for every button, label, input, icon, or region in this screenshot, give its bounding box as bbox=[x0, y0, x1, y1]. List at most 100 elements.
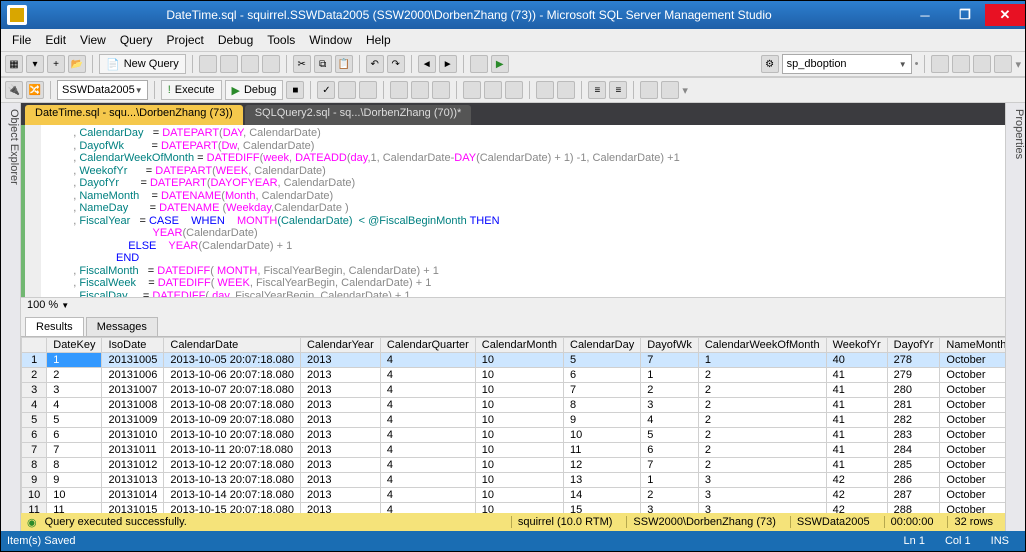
tb2-icon-6[interactable] bbox=[661, 81, 679, 99]
open-file-icon[interactable]: 📂 bbox=[68, 55, 86, 73]
results-grid-icon[interactable] bbox=[484, 81, 502, 99]
tb2-icon-4[interactable] bbox=[432, 81, 450, 99]
table-row[interactable]: 99201310132013-10-13 20:07:18.0802013410… bbox=[22, 473, 1006, 488]
status-ins: INS bbox=[981, 535, 1019, 547]
properties-panel[interactable]: Properties bbox=[1005, 103, 1025, 531]
change-conn-icon[interactable]: 🔀 bbox=[26, 81, 44, 99]
results-text-icon[interactable] bbox=[463, 81, 481, 99]
tb2-icon-2[interactable] bbox=[390, 81, 408, 99]
col-header[interactable]: DayofWk bbox=[641, 338, 699, 353]
menu-file[interactable]: File bbox=[5, 31, 38, 49]
status-time: 00:00:00 bbox=[884, 516, 940, 528]
status-rows: 32 rows bbox=[947, 516, 999, 528]
results-file-icon[interactable] bbox=[505, 81, 523, 99]
col-header[interactable]: WeekofYr bbox=[826, 338, 887, 353]
tb-icon-1[interactable] bbox=[199, 55, 217, 73]
tb2-icon-3[interactable] bbox=[411, 81, 429, 99]
tb-icon-7[interactable] bbox=[952, 55, 970, 73]
comment-icon[interactable] bbox=[536, 81, 554, 99]
col-header[interactable]: IsoDate bbox=[102, 338, 164, 353]
table-row[interactable]: 22201310062013-10-06 20:07:18.0802013410… bbox=[22, 368, 1006, 383]
play-icon[interactable]: ▶ bbox=[491, 55, 509, 73]
tb2-icon-5[interactable] bbox=[640, 81, 658, 99]
tb-icon-9[interactable] bbox=[994, 55, 1012, 73]
tb2-icon-1[interactable] bbox=[359, 81, 377, 99]
col-header[interactable]: DateKey bbox=[47, 338, 102, 353]
new-query-button[interactable]: 📄 New Query bbox=[99, 54, 186, 74]
results-grid-wrap[interactable]: DateKeyIsoDateCalendarDateCalendarYearCa… bbox=[21, 337, 1005, 513]
minimize-button[interactable]: ─ bbox=[905, 4, 945, 26]
database-combo[interactable]: SSWData2005 ▼ bbox=[57, 80, 148, 100]
menu-window[interactable]: Window bbox=[302, 31, 359, 49]
plan-icon[interactable] bbox=[338, 81, 356, 99]
uncomment-icon[interactable] bbox=[557, 81, 575, 99]
menubar: FileEditViewQueryProjectDebugToolsWindow… bbox=[1, 29, 1025, 51]
tb-icon-2[interactable] bbox=[220, 55, 238, 73]
document-tab[interactable]: SQLQuery2.sql - sq...\DorbenZhang (70))* bbox=[245, 105, 472, 125]
tb-icon-5[interactable] bbox=[470, 55, 488, 73]
execute-button[interactable]: ! Execute bbox=[161, 80, 222, 100]
col-header[interactable]: CalendarQuarter bbox=[380, 338, 475, 353]
undo-icon[interactable]: ↶ bbox=[366, 55, 384, 73]
parse-icon[interactable]: ✓ bbox=[317, 81, 335, 99]
open-icon[interactable]: ▾ bbox=[26, 55, 44, 73]
tb-icon-4[interactable] bbox=[262, 55, 280, 73]
table-row[interactable]: 88201310122013-10-12 20:07:18.0802013410… bbox=[22, 458, 1006, 473]
table-row[interactable]: 1111201310152013-10-15 20:07:18.08020134… bbox=[22, 503, 1006, 514]
indent-icon[interactable]: ≡ bbox=[588, 81, 606, 99]
stored-proc-value: sp_dboption bbox=[787, 58, 847, 70]
outdent-icon[interactable]: ≡ bbox=[609, 81, 627, 99]
result-tab-results[interactable]: Results bbox=[25, 317, 84, 336]
proc-icon[interactable]: ⚙ bbox=[761, 55, 779, 73]
menu-tools[interactable]: Tools bbox=[260, 31, 302, 49]
menu-debug[interactable]: Debug bbox=[211, 31, 260, 49]
cut-icon[interactable]: ✂ bbox=[293, 55, 311, 73]
new-query-label: New Query bbox=[124, 58, 179, 70]
close-button[interactable]: ✕ bbox=[985, 4, 1025, 26]
copy-icon[interactable]: ⧉ bbox=[314, 55, 332, 73]
debug-icon: ▶ bbox=[232, 84, 240, 97]
status-col: Col 1 bbox=[935, 535, 981, 547]
paste-icon[interactable]: 📋 bbox=[335, 55, 353, 73]
table-row[interactable]: 44201310082013-10-08 20:07:18.0802013410… bbox=[22, 398, 1006, 413]
table-row[interactable]: 77201310112013-10-11 20:07:18.0802013410… bbox=[22, 443, 1006, 458]
result-tab-messages[interactable]: Messages bbox=[86, 317, 158, 336]
table-row[interactable]: 55201310092013-10-09 20:07:18.0802013410… bbox=[22, 413, 1006, 428]
redo-icon[interactable]: ↷ bbox=[387, 55, 405, 73]
tb-icon-6[interactable] bbox=[931, 55, 949, 73]
app-icon bbox=[7, 5, 27, 25]
table-row[interactable]: 33201310072013-10-07 20:07:18.0802013410… bbox=[22, 383, 1006, 398]
nav-back-icon[interactable]: ◄ bbox=[418, 55, 436, 73]
col-header[interactable]: CalendarDate bbox=[164, 338, 301, 353]
nav-fwd-icon[interactable]: ► bbox=[439, 55, 457, 73]
add-icon[interactable]: + bbox=[47, 55, 65, 73]
menu-view[interactable]: View bbox=[73, 31, 113, 49]
table-row[interactable]: 11201310052013-10-05 20:07:18.0802013410… bbox=[22, 353, 1006, 368]
col-header[interactable]: NameMonth bbox=[940, 338, 1005, 353]
stop-icon[interactable]: ■ bbox=[286, 81, 304, 99]
col-header[interactable]: CalendarWeekOfMonth bbox=[698, 338, 826, 353]
stored-proc-combo[interactable]: sp_dboption ▼ bbox=[782, 54, 912, 74]
connect-icon[interactable]: 🔌 bbox=[5, 81, 23, 99]
col-header[interactable]: CalendarMonth bbox=[475, 338, 563, 353]
status-user: SSW2000\DorbenZhang (73) bbox=[626, 516, 781, 528]
zoom-level[interactable]: 100 % ▼ bbox=[21, 297, 1005, 315]
sql-editor[interactable]: , CalendarDay = DATEPART(DAY, CalendarDa… bbox=[21, 125, 1005, 297]
new-project-icon[interactable]: ▦ bbox=[5, 55, 23, 73]
maximize-button[interactable]: ❐ bbox=[945, 4, 985, 26]
document-tab[interactable]: DateTime.sql - squ...\DorbenZhang (73)) bbox=[25, 105, 243, 125]
debug-button[interactable]: ▶ Debug bbox=[225, 80, 284, 100]
menu-query[interactable]: Query bbox=[113, 31, 160, 49]
col-header[interactable]: DayofYr bbox=[887, 338, 940, 353]
menu-help[interactable]: Help bbox=[359, 31, 398, 49]
table-row[interactable]: 66201310102013-10-10 20:07:18.0802013410… bbox=[22, 428, 1006, 443]
tb-icon-8[interactable] bbox=[973, 55, 991, 73]
col-header[interactable]: CalendarDay bbox=[564, 338, 641, 353]
tb-icon-3[interactable] bbox=[241, 55, 259, 73]
col-header[interactable]: CalendarYear bbox=[300, 338, 380, 353]
table-row[interactable]: 1010201310142013-10-14 20:07:18.08020134… bbox=[22, 488, 1006, 503]
object-explorer-panel[interactable]: Object Explorer bbox=[1, 103, 21, 531]
status-db: SSWData2005 bbox=[790, 516, 876, 528]
menu-project[interactable]: Project bbox=[160, 31, 211, 49]
menu-edit[interactable]: Edit bbox=[38, 31, 73, 49]
